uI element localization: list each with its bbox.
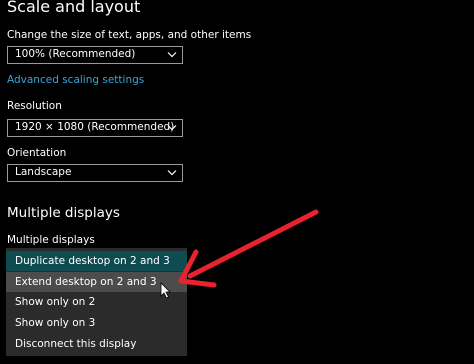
multiple-displays-label: Multiple displays xyxy=(7,234,95,246)
page-title: Scale and layout xyxy=(7,0,141,16)
orientation-label: Orientation xyxy=(7,147,67,159)
scale-dropdown[interactable]: 100% (Recommended) xyxy=(7,46,183,64)
option-extend-desktop[interactable]: Extend desktop on 2 and 3 xyxy=(6,272,187,292)
multiple-displays-dropdown-list: Duplicate desktop on 2 and 3 Extend desk… xyxy=(6,248,187,356)
resolution-dropdown[interactable]: 1920 × 1080 (Recommended) xyxy=(7,119,183,137)
multiple-displays-heading: Multiple displays xyxy=(7,205,120,221)
orientation-dropdown[interactable]: Landscape xyxy=(7,164,183,182)
option-disconnect-display[interactable]: Disconnect this display xyxy=(6,334,187,354)
option-duplicate-desktop[interactable]: Duplicate desktop on 2 and 3 xyxy=(6,251,187,271)
chevron-down-icon xyxy=(167,125,177,131)
chevron-down-icon xyxy=(167,170,177,176)
advanced-scaling-link[interactable]: Advanced scaling settings xyxy=(7,74,144,86)
scale-label: Change the size of text, apps, and other… xyxy=(7,29,252,41)
scale-dropdown-value: 100% (Recommended) xyxy=(15,48,136,60)
option-show-only-3[interactable]: Show only on 3 xyxy=(6,313,187,333)
red-arrow-annotation xyxy=(178,209,319,288)
resolution-label: Resolution xyxy=(7,100,62,112)
option-show-only-2[interactable]: Show only on 2 xyxy=(6,292,187,312)
resolution-dropdown-value: 1920 × 1080 (Recommended) xyxy=(15,121,175,133)
orientation-dropdown-value: Landscape xyxy=(15,166,72,178)
chevron-down-icon xyxy=(167,52,177,58)
